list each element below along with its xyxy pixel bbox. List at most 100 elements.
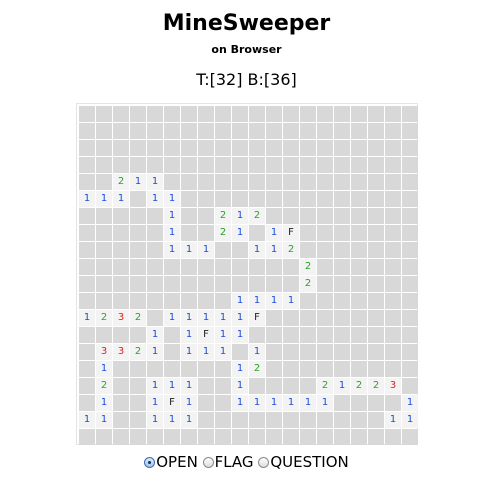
closed-cell[interactable]: [181, 293, 197, 309]
closed-cell[interactable]: [198, 123, 214, 139]
closed-cell[interactable]: [317, 361, 333, 377]
closed-cell[interactable]: [198, 191, 214, 207]
closed-cell[interactable]: [334, 157, 350, 173]
number-cell[interactable]: 1: [215, 310, 231, 326]
closed-cell[interactable]: [147, 259, 163, 275]
closed-cell[interactable]: [266, 378, 282, 394]
closed-cell[interactable]: [181, 259, 197, 275]
number-cell[interactable]: 1: [266, 225, 282, 241]
closed-cell[interactable]: [368, 123, 384, 139]
closed-cell[interactable]: [334, 242, 350, 258]
closed-cell[interactable]: [249, 327, 265, 343]
closed-cell[interactable]: [402, 378, 418, 394]
closed-cell[interactable]: [283, 344, 299, 360]
closed-cell[interactable]: [317, 123, 333, 139]
closed-cell[interactable]: [351, 293, 367, 309]
closed-cell[interactable]: [300, 429, 316, 445]
closed-cell[interactable]: [266, 259, 282, 275]
closed-cell[interactable]: [147, 123, 163, 139]
number-cell[interactable]: 1: [266, 293, 282, 309]
closed-cell[interactable]: [96, 174, 112, 190]
closed-cell[interactable]: [130, 140, 146, 156]
closed-cell[interactable]: [130, 276, 146, 292]
closed-cell[interactable]: [181, 140, 197, 156]
closed-cell[interactable]: [283, 106, 299, 122]
number-cell[interactable]: 1: [300, 395, 316, 411]
closed-cell[interactable]: [181, 157, 197, 173]
closed-cell[interactable]: [164, 123, 180, 139]
closed-cell[interactable]: [334, 344, 350, 360]
number-cell[interactable]: 2: [215, 208, 231, 224]
number-cell[interactable]: 1: [232, 310, 248, 326]
number-cell[interactable]: 2: [113, 174, 129, 190]
closed-cell[interactable]: [79, 395, 95, 411]
closed-cell[interactable]: [266, 208, 282, 224]
closed-cell[interactable]: [402, 259, 418, 275]
closed-cell[interactable]: [385, 157, 401, 173]
closed-cell[interactable]: [79, 344, 95, 360]
closed-cell[interactable]: [79, 157, 95, 173]
number-cell[interactable]: 1: [249, 242, 265, 258]
closed-cell[interactable]: [283, 412, 299, 428]
closed-cell[interactable]: [79, 276, 95, 292]
closed-cell[interactable]: [79, 174, 95, 190]
number-cell[interactable]: 1: [96, 395, 112, 411]
closed-cell[interactable]: [317, 412, 333, 428]
closed-cell[interactable]: [368, 157, 384, 173]
closed-cell[interactable]: [249, 259, 265, 275]
closed-cell[interactable]: [266, 191, 282, 207]
closed-cell[interactable]: [385, 344, 401, 360]
closed-cell[interactable]: [385, 395, 401, 411]
closed-cell[interactable]: [79, 429, 95, 445]
closed-cell[interactable]: [113, 259, 129, 275]
closed-cell[interactable]: [232, 242, 248, 258]
number-cell[interactable]: 1: [402, 412, 418, 428]
closed-cell[interactable]: [113, 429, 129, 445]
number-cell[interactable]: 1: [147, 344, 163, 360]
closed-cell[interactable]: [164, 327, 180, 343]
closed-cell[interactable]: [215, 412, 231, 428]
closed-cell[interactable]: [232, 106, 248, 122]
closed-cell[interactable]: [266, 429, 282, 445]
closed-cell[interactable]: [402, 123, 418, 139]
number-cell[interactable]: 1: [147, 191, 163, 207]
closed-cell[interactable]: [79, 140, 95, 156]
closed-cell[interactable]: [283, 140, 299, 156]
number-cell[interactable]: 1: [198, 242, 214, 258]
closed-cell[interactable]: [96, 429, 112, 445]
closed-cell[interactable]: [266, 412, 282, 428]
closed-cell[interactable]: [402, 191, 418, 207]
closed-cell[interactable]: [113, 242, 129, 258]
closed-cell[interactable]: [351, 361, 367, 377]
closed-cell[interactable]: [164, 276, 180, 292]
closed-cell[interactable]: [351, 344, 367, 360]
closed-cell[interactable]: [351, 123, 367, 139]
closed-cell[interactable]: [198, 293, 214, 309]
closed-cell[interactable]: [198, 174, 214, 190]
closed-cell[interactable]: [368, 208, 384, 224]
number-cell[interactable]: 1: [232, 225, 248, 241]
closed-cell[interactable]: [334, 191, 350, 207]
closed-cell[interactable]: [283, 123, 299, 139]
number-cell[interactable]: 2: [317, 378, 333, 394]
closed-cell[interactable]: [181, 208, 197, 224]
number-cell[interactable]: 1: [385, 412, 401, 428]
closed-cell[interactable]: [351, 157, 367, 173]
closed-cell[interactable]: [300, 242, 316, 258]
closed-cell[interactable]: [317, 106, 333, 122]
closed-cell[interactable]: [300, 140, 316, 156]
closed-cell[interactable]: [79, 106, 95, 122]
number-cell[interactable]: 1: [147, 395, 163, 411]
closed-cell[interactable]: [368, 140, 384, 156]
closed-cell[interactable]: [300, 174, 316, 190]
mode-open[interactable]: OPEN: [144, 453, 198, 471]
closed-cell[interactable]: [215, 174, 231, 190]
closed-cell[interactable]: [385, 276, 401, 292]
closed-cell[interactable]: [266, 344, 282, 360]
closed-cell[interactable]: [113, 123, 129, 139]
number-cell[interactable]: 2: [300, 259, 316, 275]
closed-cell[interactable]: [147, 310, 163, 326]
closed-cell[interactable]: [402, 225, 418, 241]
flag-cell[interactable]: F: [164, 395, 180, 411]
closed-cell[interactable]: [368, 242, 384, 258]
